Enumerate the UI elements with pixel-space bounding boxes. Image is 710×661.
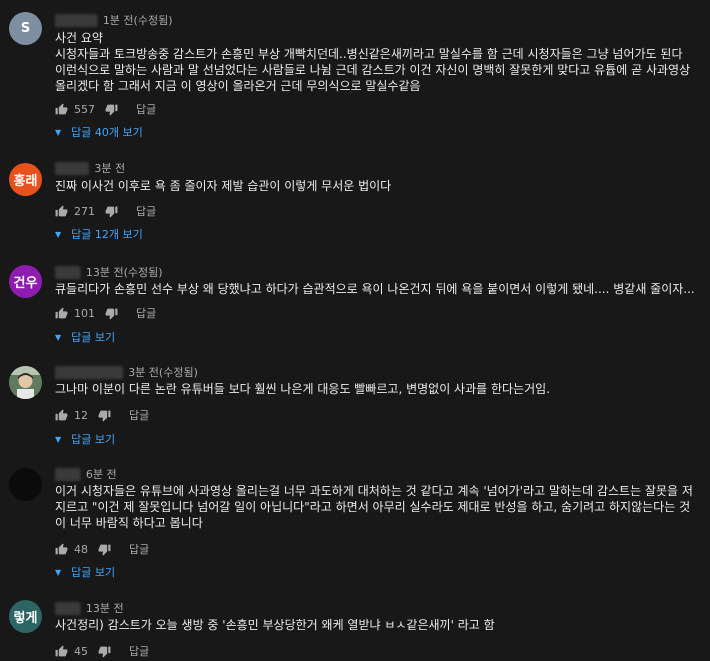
chevron-down-icon: ▼ (55, 567, 62, 577)
author-name[interactable]: ▇▇▇▇▇▇▇▇ (55, 366, 123, 379)
view-replies-button[interactable]: ▼ 답글 12개 보기 (55, 226, 143, 242)
avatar[interactable] (9, 366, 42, 399)
comment-text: 사건정리) 감스트가 오늘 생방 중 '손흥민 부상당한거 왜케 열받냐 ㅂㅅ같… (55, 618, 495, 632)
author-name[interactable]: ▇▇▇ (55, 468, 81, 481)
reply-button[interactable]: 답글 (129, 541, 149, 557)
thumbs-up-icon[interactable] (55, 409, 68, 422)
avatar[interactable]: 홍래 (9, 163, 42, 196)
timestamp[interactable]: 13분 전(수정됨) (86, 266, 163, 279)
timestamp[interactable]: 1분 전(수정됨) (103, 14, 173, 27)
reply-button[interactable]: 답글 (129, 643, 149, 659)
chevron-down-icon: ▼ (55, 434, 62, 444)
view-replies-label: 답글 12개 보기 (71, 228, 143, 241)
comment-meta: ▇▇▇ 13분 전(수정됨) (55, 264, 163, 280)
comment-meta: ▇▇▇ 13분 전 (55, 600, 124, 616)
comment-meta: ▇▇▇▇▇ 1분 전(수정됨) (55, 12, 173, 28)
like-count: 271 (74, 204, 95, 218)
reply-button[interactable]: 답글 (136, 101, 156, 117)
chevron-down-icon: ▼ (55, 332, 62, 342)
chevron-down-icon: ▼ (55, 229, 62, 239)
thumbs-down-icon[interactable] (98, 645, 111, 658)
avatar[interactable] (9, 468, 42, 501)
profile-photo-icon (9, 366, 42, 399)
timestamp[interactable]: 13분 전 (86, 602, 124, 615)
author-name[interactable]: ▇▇▇ (55, 602, 81, 615)
chevron-down-icon: ▼ (55, 127, 62, 137)
avatar[interactable]: 건우 (9, 265, 42, 298)
view-replies-label: 답글 40개 보기 (71, 126, 143, 139)
reply-button[interactable]: 답글 (129, 407, 149, 423)
like-count: 557 (74, 102, 95, 116)
thumbs-down-icon[interactable] (105, 307, 118, 320)
comment-text: 그나마 이분이 다른 논란 유튜버들 보다 훨씬 나은게 대응도 빨빠르고, 변… (55, 382, 551, 396)
comment-text: 진짜 이사건 이후로 욕 좀 줄이자 제발 습관이 이렇게 무서운 법이다 (55, 179, 392, 193)
comment-actions: 45 답글 (55, 643, 149, 659)
avatar-initial: 렇게 (13, 611, 38, 626)
like-count: 101 (74, 306, 95, 320)
comment-text: 사건 요약 시청자들과 토크방송중 감스트가 손흥민 부상 개빡치던데..병신같… (55, 31, 691, 93)
avatar-initial: S (20, 21, 31, 36)
comment-actions: 557 답글 (55, 101, 156, 117)
thumbs-up-icon[interactable] (55, 205, 68, 218)
view-replies-button[interactable]: ▼ 답글 보기 (55, 564, 115, 580)
like-count: 12 (74, 408, 88, 422)
comment-meta: ▇▇▇ 6분 전 (55, 466, 117, 482)
comment-text: 이거 시청자들은 유튜브에 사과영상 올리는걸 너무 과도하게 대처하는 것 같… (55, 484, 693, 530)
thumbs-up-icon[interactable] (55, 645, 68, 658)
view-replies-label: 답글 보기 (71, 433, 116, 446)
reply-button[interactable]: 답글 (136, 305, 156, 321)
thumbs-down-icon[interactable] (98, 409, 111, 422)
author-name[interactable]: ▇▇▇▇▇ (55, 14, 98, 27)
comment-actions: 101 답글 (55, 305, 156, 321)
thumbs-down-icon[interactable] (98, 543, 111, 556)
thumbs-up-icon[interactable] (55, 543, 68, 556)
timestamp[interactable]: 3분 전(수정됨) (128, 366, 198, 379)
thumbs-down-icon[interactable] (105, 103, 118, 116)
comment-text: 큐들리다가 손흥민 선수 부상 왜 당했냐고 하다가 습관적으로 욕이 나온건지… (55, 282, 695, 296)
comment-actions: 12 답글 (55, 407, 149, 423)
timestamp[interactable]: 3분 전 (94, 162, 125, 175)
view-replies-label: 답글 보기 (71, 566, 116, 579)
avatar-initial: 건우 (13, 276, 38, 291)
avatar-initial: 홍래 (13, 174, 38, 189)
thumbs-down-icon[interactable] (105, 205, 118, 218)
thumbs-up-icon[interactable] (55, 103, 68, 116)
avatar[interactable]: 렇게 (9, 600, 42, 633)
timestamp[interactable]: 6분 전 (86, 468, 117, 481)
comment-actions: 48 답글 (55, 541, 149, 557)
view-replies-button[interactable]: ▼ 답글 40개 보기 (55, 124, 143, 140)
thumbs-up-icon[interactable] (55, 307, 68, 320)
author-name[interactable]: ▇▇▇▇ (55, 162, 89, 175)
like-count: 48 (74, 542, 88, 556)
comment-actions: 271 답글 (55, 203, 156, 219)
view-replies-button[interactable]: ▼ 답글 보기 (55, 329, 115, 345)
avatar[interactable]: S (9, 12, 42, 45)
author-name[interactable]: ▇▇▇ (55, 266, 81, 279)
comment-meta: ▇▇▇▇ 3분 전 (55, 160, 125, 176)
view-replies-label: 답글 보기 (71, 331, 116, 344)
comment-meta: ▇▇▇▇▇▇▇▇ 3분 전(수정됨) (55, 364, 198, 380)
like-count: 45 (74, 644, 88, 658)
view-replies-button[interactable]: ▼ 답글 보기 (55, 431, 115, 447)
reply-button[interactable]: 답글 (136, 203, 156, 219)
